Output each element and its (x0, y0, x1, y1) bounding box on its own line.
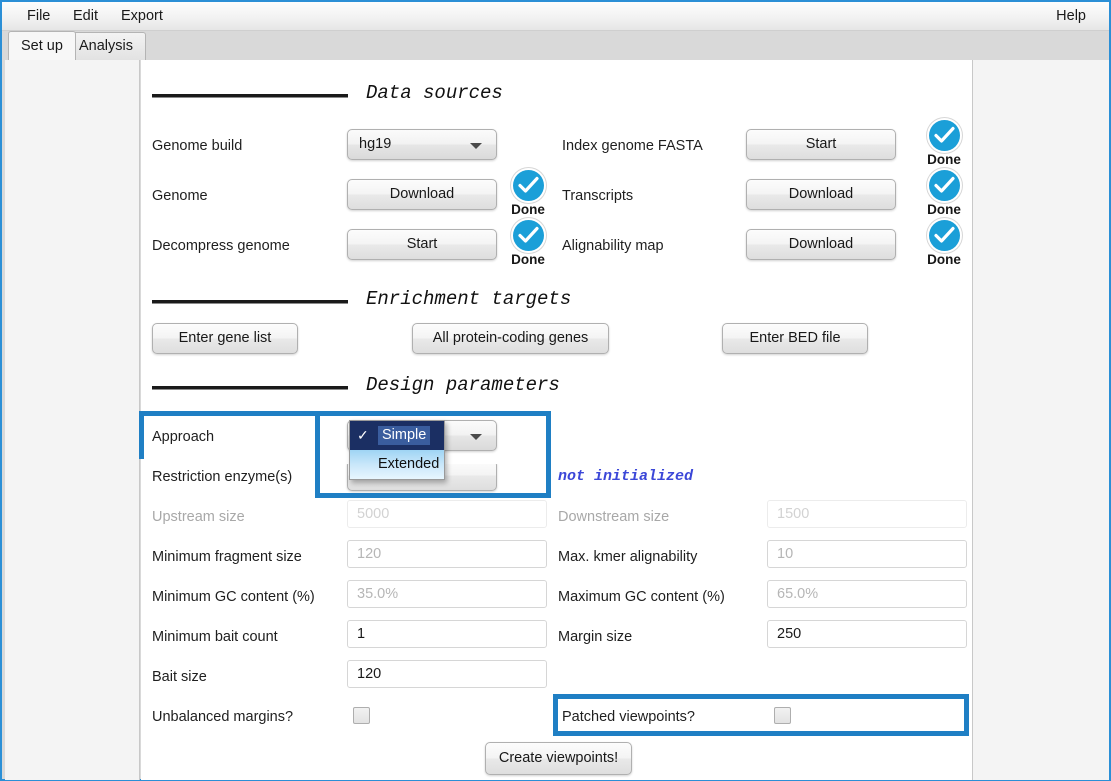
index-genome-fasta-status: Done (921, 120, 967, 167)
tab-set-up[interactable]: Set up (8, 31, 76, 60)
decompress-genome-status: Done (505, 220, 551, 267)
menu-item-export[interactable]: Export (110, 2, 174, 31)
check-circle-icon (512, 220, 544, 251)
status-label: Done (927, 202, 961, 217)
label-minimum-bait-count: Minimum bait count (152, 629, 278, 645)
transcripts-download-button[interactable]: Download (746, 179, 896, 210)
genome-build-combobox[interactable]: hg19 (347, 129, 497, 160)
left-gutter-pane (5, 60, 140, 780)
label-upstream-size: Upstream size (152, 509, 245, 525)
label-approach: Approach (152, 429, 215, 445)
label-decompress-genome: Decompress genome (152, 238, 290, 254)
genome-download-button[interactable]: Download (347, 179, 497, 210)
section-title-design-parameters: Design parameters (366, 374, 560, 396)
tab-strip: Set up Analysis (2, 31, 1109, 60)
status-label: Done (511, 252, 545, 267)
label-max-kmer-alignability: Max. kmer alignability (558, 549, 698, 565)
section-divider-rule (152, 386, 348, 390)
approach-option-simple[interactable]: ✓ Simple (350, 421, 444, 450)
transcripts-status: Done (921, 170, 967, 217)
restriction-enzymes-status: not initialized (558, 468, 694, 485)
section-title-enrichment-targets: Enrichment targets (366, 288, 572, 310)
status-label: Done (927, 152, 961, 167)
alignability-map-download-button[interactable]: Download (746, 229, 896, 260)
minimum-gc-content-input[interactable] (347, 580, 547, 608)
approach-option-label: Extended (378, 456, 440, 472)
menu-item-edit[interactable]: Edit (62, 2, 109, 31)
label-unbalanced-margins: Unbalanced margins? (152, 709, 294, 725)
approach-option-extended[interactable]: Extended (350, 450, 444, 479)
max-kmer-alignability-input[interactable] (767, 540, 967, 568)
label-index-genome-fasta: Index genome FASTA (562, 138, 703, 154)
chevron-down-icon (470, 143, 482, 149)
approach-option-label: Simple (378, 426, 431, 445)
label-patched-viewpoints: Patched viewpoints? (562, 709, 695, 725)
label-bait-size: Bait size (152, 669, 207, 685)
section-divider-rule (152, 94, 348, 98)
check-circle-icon (928, 120, 960, 151)
menu-item-file[interactable]: File (16, 2, 61, 31)
label-downstream-size: Downstream size (558, 509, 670, 525)
label-minimum-fragment-size: Minimum fragment size (152, 549, 302, 565)
menu-item-help[interactable]: Help (1045, 2, 1097, 31)
genome-status: Done (505, 170, 551, 217)
create-viewpoints-button[interactable]: Create viewpoints! (485, 742, 632, 775)
patched-viewpoints-checkbox[interactable] (774, 707, 791, 724)
check-circle-icon (928, 220, 960, 251)
label-alignability-map: Alignability map (562, 238, 664, 254)
section-divider-rule (152, 300, 348, 304)
label-restriction-enzymes: Restriction enzyme(s) (152, 469, 293, 485)
section-title-data-sources: Data sources (366, 82, 503, 104)
label-genome: Genome (152, 188, 208, 204)
minimum-fragment-size-input[interactable] (347, 540, 547, 568)
genome-build-value: hg19 (359, 136, 392, 152)
label-minimum-gc-content: Minimum GC content (%) (152, 589, 315, 605)
setup-panel: Data sources Genome build hg19 Index gen… (141, 60, 972, 780)
minimum-bait-count-input[interactable] (347, 620, 547, 648)
status-label: Done (511, 202, 545, 217)
check-icon: ✓ (357, 427, 369, 443)
check-circle-icon (512, 170, 544, 201)
enter-bed-file-button[interactable]: Enter BED file (722, 323, 868, 354)
unbalanced-margins-checkbox[interactable] (353, 707, 370, 724)
application-window: File Edit Export Help Set up Analysis Da… (0, 0, 1111, 781)
status-label: Done (927, 252, 961, 267)
enter-gene-list-button[interactable]: Enter gene list (152, 323, 298, 354)
tab-analysis[interactable]: Analysis (66, 32, 146, 60)
upstream-size-input[interactable] (347, 500, 547, 528)
check-circle-icon (928, 170, 960, 201)
maximum-gc-content-input[interactable] (767, 580, 967, 608)
right-gutter-pane (972, 60, 1109, 780)
label-transcripts: Transcripts (562, 188, 634, 204)
label-maximum-gc-content: Maximum GC content (%) (558, 589, 725, 605)
downstream-size-input[interactable] (767, 500, 967, 528)
alignability-map-status: Done (921, 220, 967, 267)
menu-bar: File Edit Export Help (2, 2, 1109, 31)
bait-size-input[interactable] (347, 660, 547, 688)
margin-size-input[interactable] (767, 620, 967, 648)
all-protein-coding-genes-button[interactable]: All protein-coding genes (412, 323, 609, 354)
approach-dropdown-popup[interactable]: ✓ Simple Extended (349, 420, 445, 480)
label-genome-build: Genome build (152, 138, 243, 154)
chevron-down-icon (470, 434, 482, 440)
index-genome-fasta-start-button[interactable]: Start (746, 129, 896, 160)
label-margin-size: Margin size (558, 629, 633, 645)
decompress-genome-start-button[interactable]: Start (347, 229, 497, 260)
